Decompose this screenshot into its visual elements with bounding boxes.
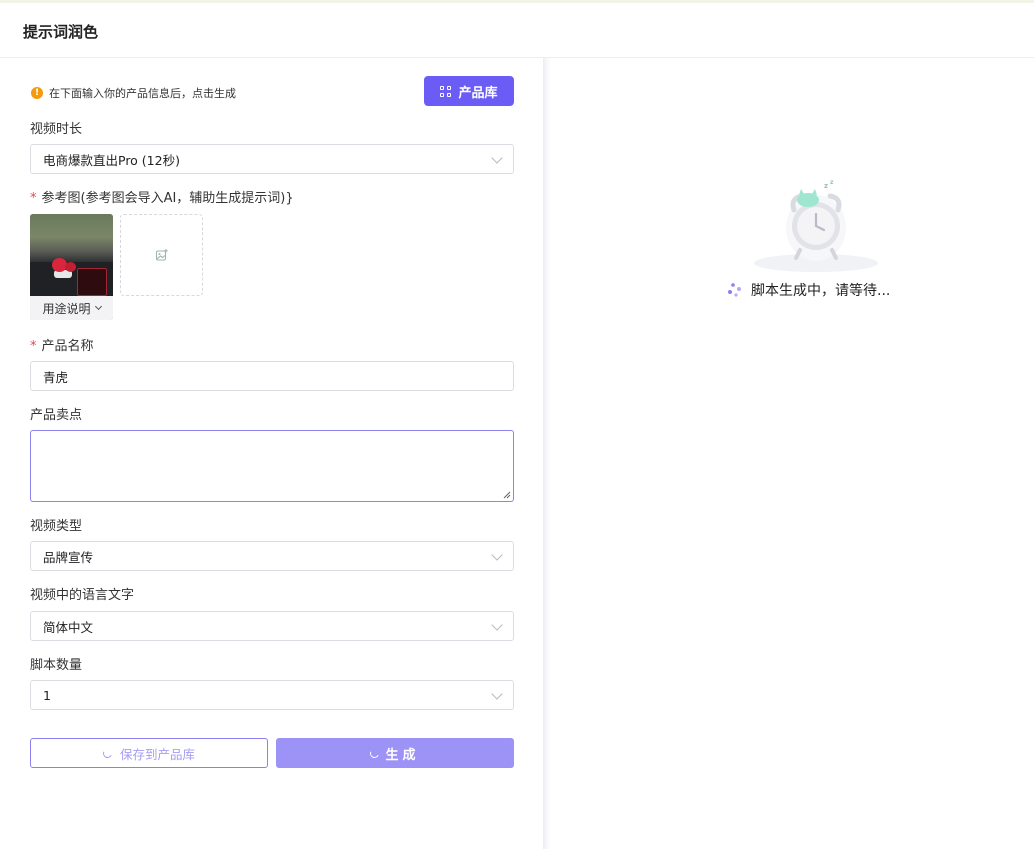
usage-label: 用途说明	[42, 301, 91, 316]
product-library-label: 产品库	[458, 84, 498, 100]
svg-text:z: z	[830, 179, 834, 186]
language-select[interactable]: 简体中文	[30, 611, 514, 641]
product-library-button[interactable]: 产品库	[424, 76, 514, 106]
grid-icon	[440, 85, 452, 97]
page-title: 提示词润色	[23, 23, 99, 41]
image-upload-icon	[155, 249, 168, 261]
reference-image-thumbnail[interactable]: 用途说明	[30, 214, 113, 320]
sleeping-clock-icon: z z	[754, 179, 878, 272]
loading-spinner-icon	[369, 747, 381, 759]
info-icon: !	[31, 87, 43, 99]
save-to-library-label: 保存到产品库	[119, 747, 195, 762]
reference-image-label-text: 参考图(参考图会导入AI，辅助生成提示词)}	[41, 191, 294, 206]
page-header: 提示词润色	[0, 3, 1034, 58]
duration-value: 电商爆款直出Pro (12秒)	[43, 152, 180, 168]
svg-text:z: z	[824, 182, 828, 190]
required-mark: *	[30, 339, 37, 354]
script-count-label: 脚本数量	[30, 658, 83, 673]
reference-photo	[30, 214, 113, 296]
selling-points-textarea[interactable]	[30, 430, 514, 502]
product-name-input[interactable]: 青虎	[30, 361, 514, 391]
video-type-value: 品牌宣传	[43, 549, 94, 565]
required-mark: *	[30, 191, 37, 206]
chevron-down-icon	[94, 302, 102, 311]
usage-dropdown[interactable]: 用途说明	[30, 296, 113, 320]
video-type-select[interactable]: 品牌宣传	[30, 541, 514, 571]
image-upload-button[interactable]	[120, 214, 203, 296]
language-label: 视频中的语言文字	[30, 588, 135, 603]
script-count-value: 1	[43, 687, 51, 703]
generate-button[interactable]: 生成	[276, 738, 514, 768]
preview-panel: z z 脚本生成中，请等待...	[551, 58, 1034, 849]
generate-label: 生成	[385, 746, 420, 762]
resize-handle-icon[interactable]	[503, 491, 511, 499]
product-name-label-text: 产品名称	[41, 339, 94, 354]
generation-status: 脚本生成中，请等待...	[727, 280, 890, 300]
form-panel: ! 在下面输入你的产品信息后，点击生成 产品库 视频时长 电商爆款直出Pro (…	[0, 58, 544, 849]
video-type-label: 视频类型	[30, 519, 83, 534]
product-name-label: * 产品名称	[30, 335, 94, 354]
language-value: 简体中文	[43, 619, 94, 635]
chevron-down-icon	[491, 549, 503, 561]
status-text: 脚本生成中，请等待...	[751, 283, 891, 299]
duration-select[interactable]: 电商爆款直出Pro (12秒)	[30, 144, 514, 174]
duration-label: 视频时长	[30, 122, 83, 137]
script-count-select[interactable]: 1	[30, 680, 514, 710]
reference-image-label: * 参考图(参考图会导入AI，辅助生成提示词)}	[30, 187, 294, 206]
selling-points-label: 产品卖点	[30, 408, 83, 423]
chevron-down-icon	[491, 152, 503, 164]
save-to-library-button[interactable]: 保存到产品库	[30, 738, 268, 768]
dots-loading-icon	[728, 283, 741, 297]
loading-spinner-icon	[101, 747, 114, 759]
hint-text: 在下面输入你的产品信息后，点击生成	[49, 87, 236, 100]
chevron-down-icon	[491, 619, 503, 631]
chevron-down-icon	[491, 688, 503, 700]
form-hint: ! 在下面输入你的产品信息后，点击生成	[31, 85, 236, 101]
panel-divider	[543, 58, 551, 849]
product-name-value: 青虎	[43, 369, 69, 385]
